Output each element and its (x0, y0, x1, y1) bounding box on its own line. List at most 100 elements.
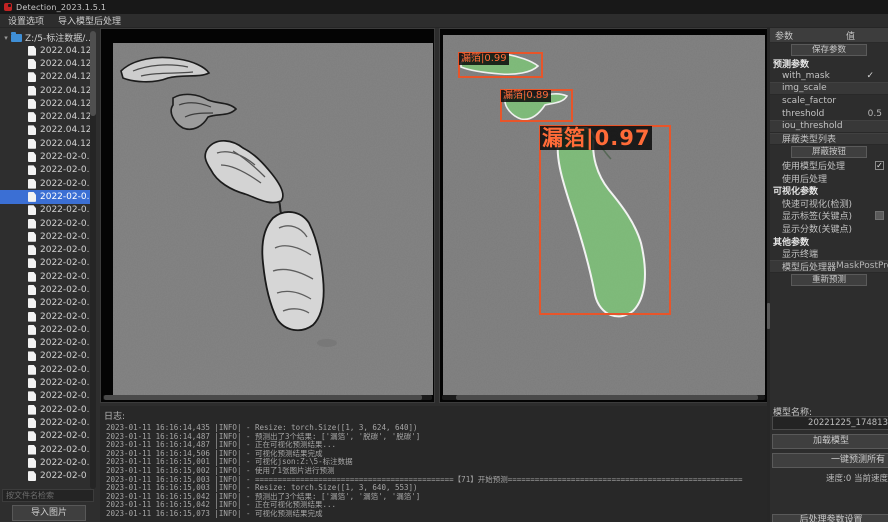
tree-file-item[interactable]: 2022-02-0... (0, 456, 91, 469)
param-label: iou_threshold (782, 121, 843, 131)
tree-file-item[interactable]: 2022-02-0... (0, 376, 91, 389)
tree-file-item[interactable]: 2022-02-0... (0, 177, 91, 190)
file-icon (28, 312, 36, 322)
tree-file-item[interactable]: 2022.04.12... (0, 44, 91, 57)
param-section-header: 其他参数 (770, 235, 888, 248)
tree-file-item[interactable]: 2022.04.12... (0, 137, 91, 150)
tree-file-label: 2022-02-0... (40, 179, 91, 189)
tree-file-item[interactable]: 2022-02-0... (0, 443, 91, 456)
file-icon (28, 431, 36, 441)
prediction-image-canvas[interactable]: 漏箔|0.99漏箔|0.89漏箔|0.97 (443, 35, 765, 395)
tree-file-item[interactable]: 2022-02-0... (0, 217, 91, 230)
load-model-button[interactable]: 加载模型 (772, 434, 888, 449)
tree-file-item[interactable]: 2022-02-0... (0, 243, 91, 256)
param-label: img_scale (782, 83, 827, 93)
tree-file-item[interactable]: 2022-02-0... (0, 350, 91, 363)
tree-file-item[interactable]: 2022-02-0... (0, 390, 91, 403)
left-image-hscrollbar[interactable] (103, 395, 432, 400)
tree-root-folder[interactable]: ▾ Z:/5-标注数据/... (0, 31, 91, 44)
param-label: 使用模型后处理 (782, 159, 845, 172)
tree-file-label: 2022-02-0... (40, 258, 91, 268)
file-icon (28, 59, 36, 69)
tree-file-item[interactable]: 2022.04.12... (0, 110, 91, 123)
tree-file-item[interactable]: 2022-02-0... (0, 164, 91, 177)
param-row[interactable]: threshold0.5 (770, 107, 888, 120)
tree-file-label: 2022.04.12... (40, 99, 91, 109)
speed-status-text: 速度:0 当前速度 (826, 472, 888, 484)
param-button-重新预测[interactable]: 重新预测 (791, 274, 867, 286)
tree-file-item[interactable]: 2022-02-0... (0, 257, 91, 270)
param-row[interactable]: 显示分数(关键点) (770, 222, 888, 235)
file-icon (28, 179, 36, 189)
menu-settings[interactable]: 设置选项 (8, 14, 44, 27)
right-image-hscroll-thumb[interactable] (456, 395, 758, 400)
postprocess-params-button[interactable]: 后处理参数设置 (772, 514, 888, 522)
param-row[interactable]: with_mask✓ (770, 70, 888, 83)
tree-file-item[interactable]: 2022.04.12... (0, 84, 91, 97)
window-title: Detection_2023.1.5.1 (16, 3, 106, 12)
param-checkbox[interactable] (875, 211, 884, 220)
param-row[interactable]: 使用模型后处理 ✓ (770, 159, 888, 172)
tree-file-label: 2022.04.12... (40, 112, 91, 122)
tree-file-item[interactable]: 2022.04.12... (0, 71, 91, 84)
menu-import-postprocess[interactable]: 导入模型后处理 (58, 14, 121, 27)
tree-file-item[interactable]: 2022-02-0... (0, 297, 91, 310)
param-row[interactable]: iou_threshold (770, 120, 888, 133)
left-image-figure (113, 43, 433, 395)
tree-file-item[interactable]: 2022-02-0 (0, 470, 91, 483)
tree-file-label: 2022-02-0 (40, 471, 87, 481)
param-row[interactable]: 屏蔽类型列表 (770, 133, 888, 146)
param-row[interactable]: 显示标签(关键点) (770, 210, 888, 223)
tree-file-item[interactable]: 2022-02-0... (0, 337, 91, 350)
tree-file-item[interactable]: 2022.04.12... (0, 57, 91, 70)
chevron-down-icon[interactable]: ▾ (2, 34, 10, 42)
left-image-hscroll-thumb[interactable] (104, 395, 422, 400)
param-row[interactable]: 使用后处理 (770, 172, 888, 185)
tree-file-item[interactable]: 2022-02-0... (0, 283, 91, 296)
file-icon (28, 445, 36, 455)
param-row[interactable]: 显示终端 (770, 247, 888, 260)
tree-file-label: 2022.04.12... (40, 72, 91, 82)
file-icon (28, 125, 36, 135)
detection-box: 漏箔|0.99 (458, 52, 543, 78)
tree-scrollbar-thumb[interactable] (90, 31, 96, 116)
param-label: 显示分数(关键点) (782, 222, 852, 235)
file-icon (28, 232, 36, 242)
param-button-屏蔽按钮[interactable]: 屏蔽按钮 (791, 146, 867, 158)
import-image-button[interactable]: 导入图片 (12, 505, 86, 521)
tree-file-label: 2022-02-0... (40, 338, 91, 348)
tree-file-item[interactable]: 2022-02-0... (0, 230, 91, 243)
filename-search-input[interactable] (2, 489, 94, 502)
tree-file-label: 2022-02-0... (40, 351, 91, 361)
tree-file-item[interactable]: 2022-02-0... (0, 323, 91, 336)
tree-file-item[interactable]: 2022.04.12... (0, 97, 91, 110)
tree-file-item[interactable]: 2022-02-0... (0, 416, 91, 429)
file-tree: ▾ Z:/5-标注数据/... 2022.04.12...2022.04.12.… (0, 31, 91, 491)
tree-file-item[interactable]: 2022-02-0... (0, 430, 91, 443)
tree-file-item[interactable]: 2022-02-0... (0, 204, 91, 217)
param-checkbox[interactable]: ✓ (875, 161, 884, 170)
predict-all-button[interactable]: 一键预测所有 (772, 453, 888, 468)
right-image-hscrollbar[interactable] (442, 395, 765, 400)
tree-file-item[interactable]: 2022-02-0... (0, 363, 91, 376)
source-image-canvas[interactable] (113, 43, 433, 395)
param-button-保存参数[interactable]: 保存参数 (791, 44, 867, 56)
file-icon (28, 219, 36, 229)
tree-file-item[interactable]: 2022-02-0... (0, 310, 91, 323)
log-line: 2023-01-11 16:16:15,073 |INFO| - 可视化预测结果… (100, 510, 768, 519)
tree-file-item[interactable]: 2022-02-0... (0, 270, 91, 283)
tree-file-label: 2022-02-0... (40, 232, 91, 242)
file-icon (28, 458, 36, 468)
model-name-field[interactable]: 20221225_174813 (772, 416, 888, 430)
file-icon (28, 378, 36, 388)
tree-file-item[interactable]: 2022.04.12... (0, 124, 91, 137)
tree-file-label: 2022-02-0... (40, 165, 91, 175)
param-row[interactable]: 快速可视化(检测) (770, 197, 888, 210)
tree-scrollbar[interactable] (90, 31, 96, 489)
tree-file-item[interactable]: 2022-02-0... (0, 150, 91, 163)
param-row[interactable]: 模型后处理器MaskPostPro (770, 260, 888, 273)
tree-file-item[interactable]: 2022-02-0... (0, 403, 91, 416)
param-row[interactable]: scale_factor (770, 95, 888, 108)
param-row[interactable]: img_scale (770, 82, 888, 95)
tree-file-item[interactable]: 2022-02-0... (0, 190, 91, 203)
